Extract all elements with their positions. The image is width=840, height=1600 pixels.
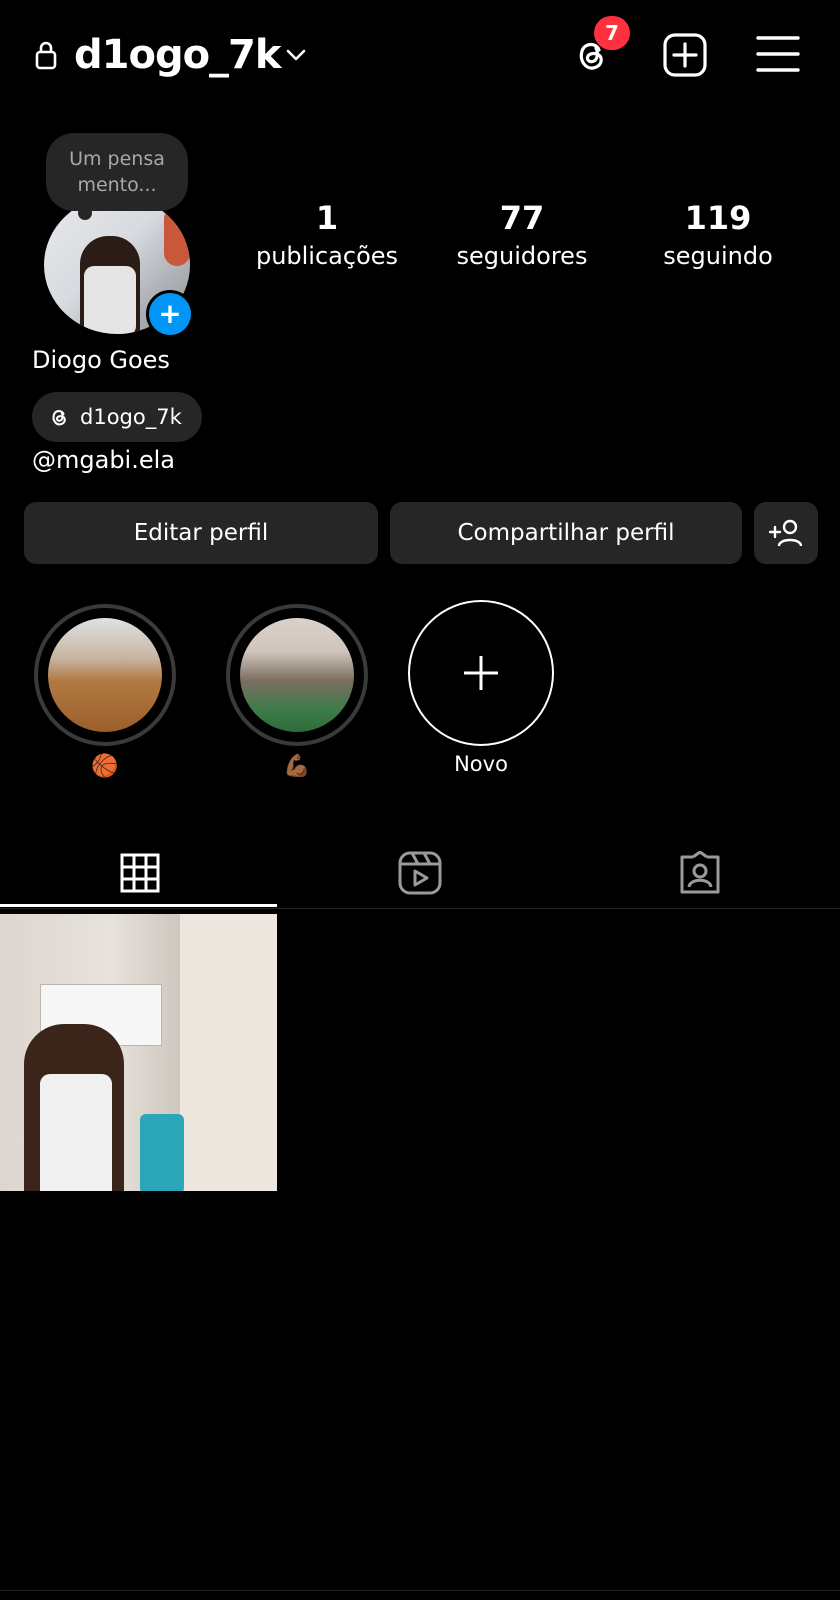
post-thumbnail[interactable] <box>0 914 277 1191</box>
stat-value: 119 <box>684 199 752 237</box>
note-bubble[interactable]: Um pensa mento... <box>46 133 188 211</box>
chevron-down-icon[interactable] <box>284 44 308 66</box>
stat-label: seguindo <box>663 242 773 270</box>
account-username[interactable]: d1ogo_7k <box>74 28 281 82</box>
threads-profile-chip[interactable]: d1ogo_7k <box>32 392 202 442</box>
threads-handle: d1ogo_7k <box>80 405 182 429</box>
discover-people-button[interactable] <box>754 502 818 564</box>
add-user-icon <box>769 519 803 547</box>
highlight-1-title: 🏀 <box>91 754 119 779</box>
tab-tagged[interactable] <box>560 840 840 906</box>
note-text-line1: Um pensa <box>69 148 165 170</box>
tabs-divider <box>0 908 840 909</box>
menu-icon[interactable] <box>756 34 800 74</box>
story-highlight-1[interactable] <box>34 604 176 746</box>
profile-full-name: Diogo Goes <box>32 346 170 374</box>
tagged-person-icon <box>680 851 720 894</box>
stat-value: 77 <box>499 199 545 237</box>
add-story-plus-icon[interactable]: + <box>146 290 194 338</box>
lock-icon <box>35 41 57 70</box>
new-highlight-button[interactable] <box>408 600 554 746</box>
share-profile-button[interactable]: Compartilhar perfil <box>390 502 742 564</box>
threads-icon <box>52 410 66 426</box>
stat-followers[interactable]: 77 seguidores <box>437 196 607 272</box>
story-highlight-2[interactable] <box>226 604 368 746</box>
notification-badge: 7 <box>594 16 630 50</box>
note-text-line2: mento... <box>77 174 157 196</box>
bio-mention-link[interactable]: @mgabi.ela <box>32 446 175 474</box>
edit-profile-button[interactable]: Editar perfil <box>24 502 378 564</box>
highlight-2-title: 💪🏾 <box>283 754 311 779</box>
highlight-cover-image <box>240 618 354 732</box>
bottom-divider <box>0 1590 840 1591</box>
create-post-icon[interactable] <box>662 32 708 78</box>
reels-icon <box>398 851 442 895</box>
stat-posts[interactable]: 1 publicações <box>242 196 412 272</box>
plus-icon <box>464 656 498 690</box>
stat-label: seguidores <box>456 242 588 270</box>
stat-following[interactable]: 119 seguindo <box>633 196 803 272</box>
tab-reels[interactable] <box>280 840 560 906</box>
active-tab-indicator <box>0 904 277 907</box>
stat-label: publicações <box>255 242 399 270</box>
new-highlight-label: Novo <box>454 752 508 776</box>
tab-posts-grid[interactable] <box>0 840 280 906</box>
highlight-cover-image <box>48 618 162 732</box>
stat-value: 1 <box>315 199 339 237</box>
grid-icon <box>120 853 160 893</box>
